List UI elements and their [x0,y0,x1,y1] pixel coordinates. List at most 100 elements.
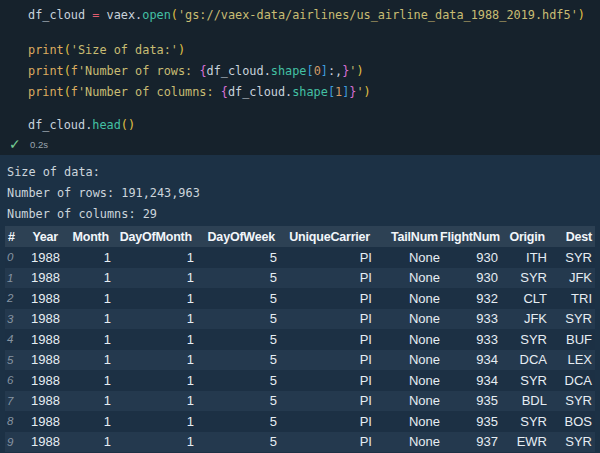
cell-flightnum: 930 [440,247,498,268]
cell-uniquecarrier: PI [277,309,372,330]
row-index: 9 [5,432,19,453]
row-index: 7 [5,391,19,412]
column-header-dayofweek: DayOfWeek [194,226,277,247]
cell-year: 1988 [19,268,60,289]
cell-dayofweek: 5 [194,350,277,371]
cell-dayofweek: 5 [194,411,277,432]
cell-dest: SYR [547,432,595,453]
cell-year: 1988 [19,391,60,412]
table-row: 21988115PINone932CLTTRI [5,288,595,309]
stdout-text: Size of data:Number of rows: 191,243,963… [0,155,600,225]
cell-dest: DCA [547,370,595,391]
cell-tailnum: None [372,391,440,412]
table-row: 41988115PINone933SYRBUF [5,329,595,350]
column-header-year: Year [19,226,60,247]
cell-uniquecarrier: PI [277,329,372,350]
cell-tailnum: None [372,268,440,289]
cell-origin: BDL [498,391,547,412]
cell-uniquecarrier: PI [277,350,372,371]
cell-year: 1988 [19,247,60,268]
table-row: 11988115PINone930SYRJFK [5,268,595,289]
cell-year: 1988 [19,309,60,330]
cell-dayofmonth: 1 [111,391,194,412]
row-index: 4 [5,329,19,350]
row-index: 1 [5,268,19,289]
cell-tailnum: None [372,288,440,309]
column-header-index: # [5,226,19,247]
cell-flightnum: 933 [440,309,498,330]
table-row: 31988115PINone933JFKSYR [5,309,595,330]
cell-uniquecarrier: PI [277,432,372,453]
cell-origin: SYR [498,411,547,432]
cell-uniquecarrier: PI [277,391,372,412]
cell-dest: SYR [547,391,595,412]
row-index: 6 [5,370,19,391]
cell-flightnum: 932 [440,288,498,309]
cell-month: 1 [60,268,111,289]
cell-tailnum: None [372,370,440,391]
row-index: 5 [5,350,19,371]
cell-month: 1 [60,350,111,371]
cell-flightnum: 935 [440,391,498,412]
cell-tailnum: None [372,432,440,453]
cell-dayofweek: 5 [194,432,277,453]
stdout-line: Number of columns: 29 [7,204,600,225]
cell-dayofmonth: 1 [111,247,194,268]
table-row: 51988115PINone934DCALEX [5,350,595,371]
table-row: 81988115PINone935SYRBOS [5,411,595,432]
cell-month: 1 [60,309,111,330]
column-header-tailnum: TailNum [372,226,440,247]
cell-flightnum: 937 [440,432,498,453]
cell-dayofmonth: 1 [111,309,194,330]
cell-year: 1988 [19,329,60,350]
column-header-origin: Origin [498,226,547,247]
cell-dest: SYR [547,309,595,330]
code-cell[interactable]: df_cloud = vaex.open('gs://vaex-data/air… [0,0,600,155]
cell-dayofweek: 5 [194,391,277,412]
cell-month: 1 [60,391,111,412]
cell-dest: JFK [547,268,595,289]
code-line: print(f'Number of columns: {df_cloud.sha… [28,82,600,103]
code-line: df_cloud.head() [28,115,600,136]
cell-dest: BUF [547,329,595,350]
cell-dayofweek: 5 [194,329,277,350]
cell-origin: CLT [498,288,547,309]
cell-month: 1 [60,329,111,350]
cell-dayofweek: 5 [194,247,277,268]
cell-uniquecarrier: PI [277,411,372,432]
cell-year: 1988 [19,350,60,371]
cell-dayofweek: 5 [194,370,277,391]
cell-month: 1 [60,247,111,268]
cell-dayofmonth: 1 [111,370,194,391]
cell-origin: SYR [498,370,547,391]
cell-flightnum: 934 [440,350,498,371]
cell-year: 1988 [19,370,60,391]
cell-tailnum: None [372,350,440,371]
code-editor[interactable]: df_cloud = vaex.open('gs://vaex-data/air… [0,0,600,136]
table-row: 01988115PINone930ITHSYR [5,247,595,268]
cell-dayofmonth: 1 [111,411,194,432]
code-line: df_cloud = vaex.open('gs://vaex-data/air… [28,5,600,26]
cell-origin: ITH [498,247,547,268]
code-line: print('Size of data:') [28,40,600,61]
cell-uniquecarrier: PI [277,268,372,289]
cell-tailnum: None [372,411,440,432]
cell-dayofweek: 5 [194,309,277,330]
cell-origin: EWR [498,432,547,453]
code-line: print(f'Number of rows: {df_cloud.shape[… [28,61,600,82]
cell-year: 1988 [19,432,60,453]
cell-dayofmonth: 1 [111,288,194,309]
cell-output: Size of data:Number of rows: 191,243,963… [0,155,600,453]
stdout-line: Number of rows: 191,243,963 [7,183,600,204]
stdout-line: Size of data: [7,162,600,183]
cell-dayofmonth: 1 [111,268,194,289]
column-header-dayofmonth: DayOfMonth [111,226,194,247]
cell-dayofweek: 5 [194,288,277,309]
cell-dest: LEX [547,350,595,371]
cell-origin: DCA [498,350,547,371]
cell-flightnum: 930 [440,268,498,289]
cell-dayofmonth: 1 [111,329,194,350]
cell-dest: SYR [547,247,595,268]
cell-uniquecarrier: PI [277,370,372,391]
row-index: 8 [5,411,19,432]
